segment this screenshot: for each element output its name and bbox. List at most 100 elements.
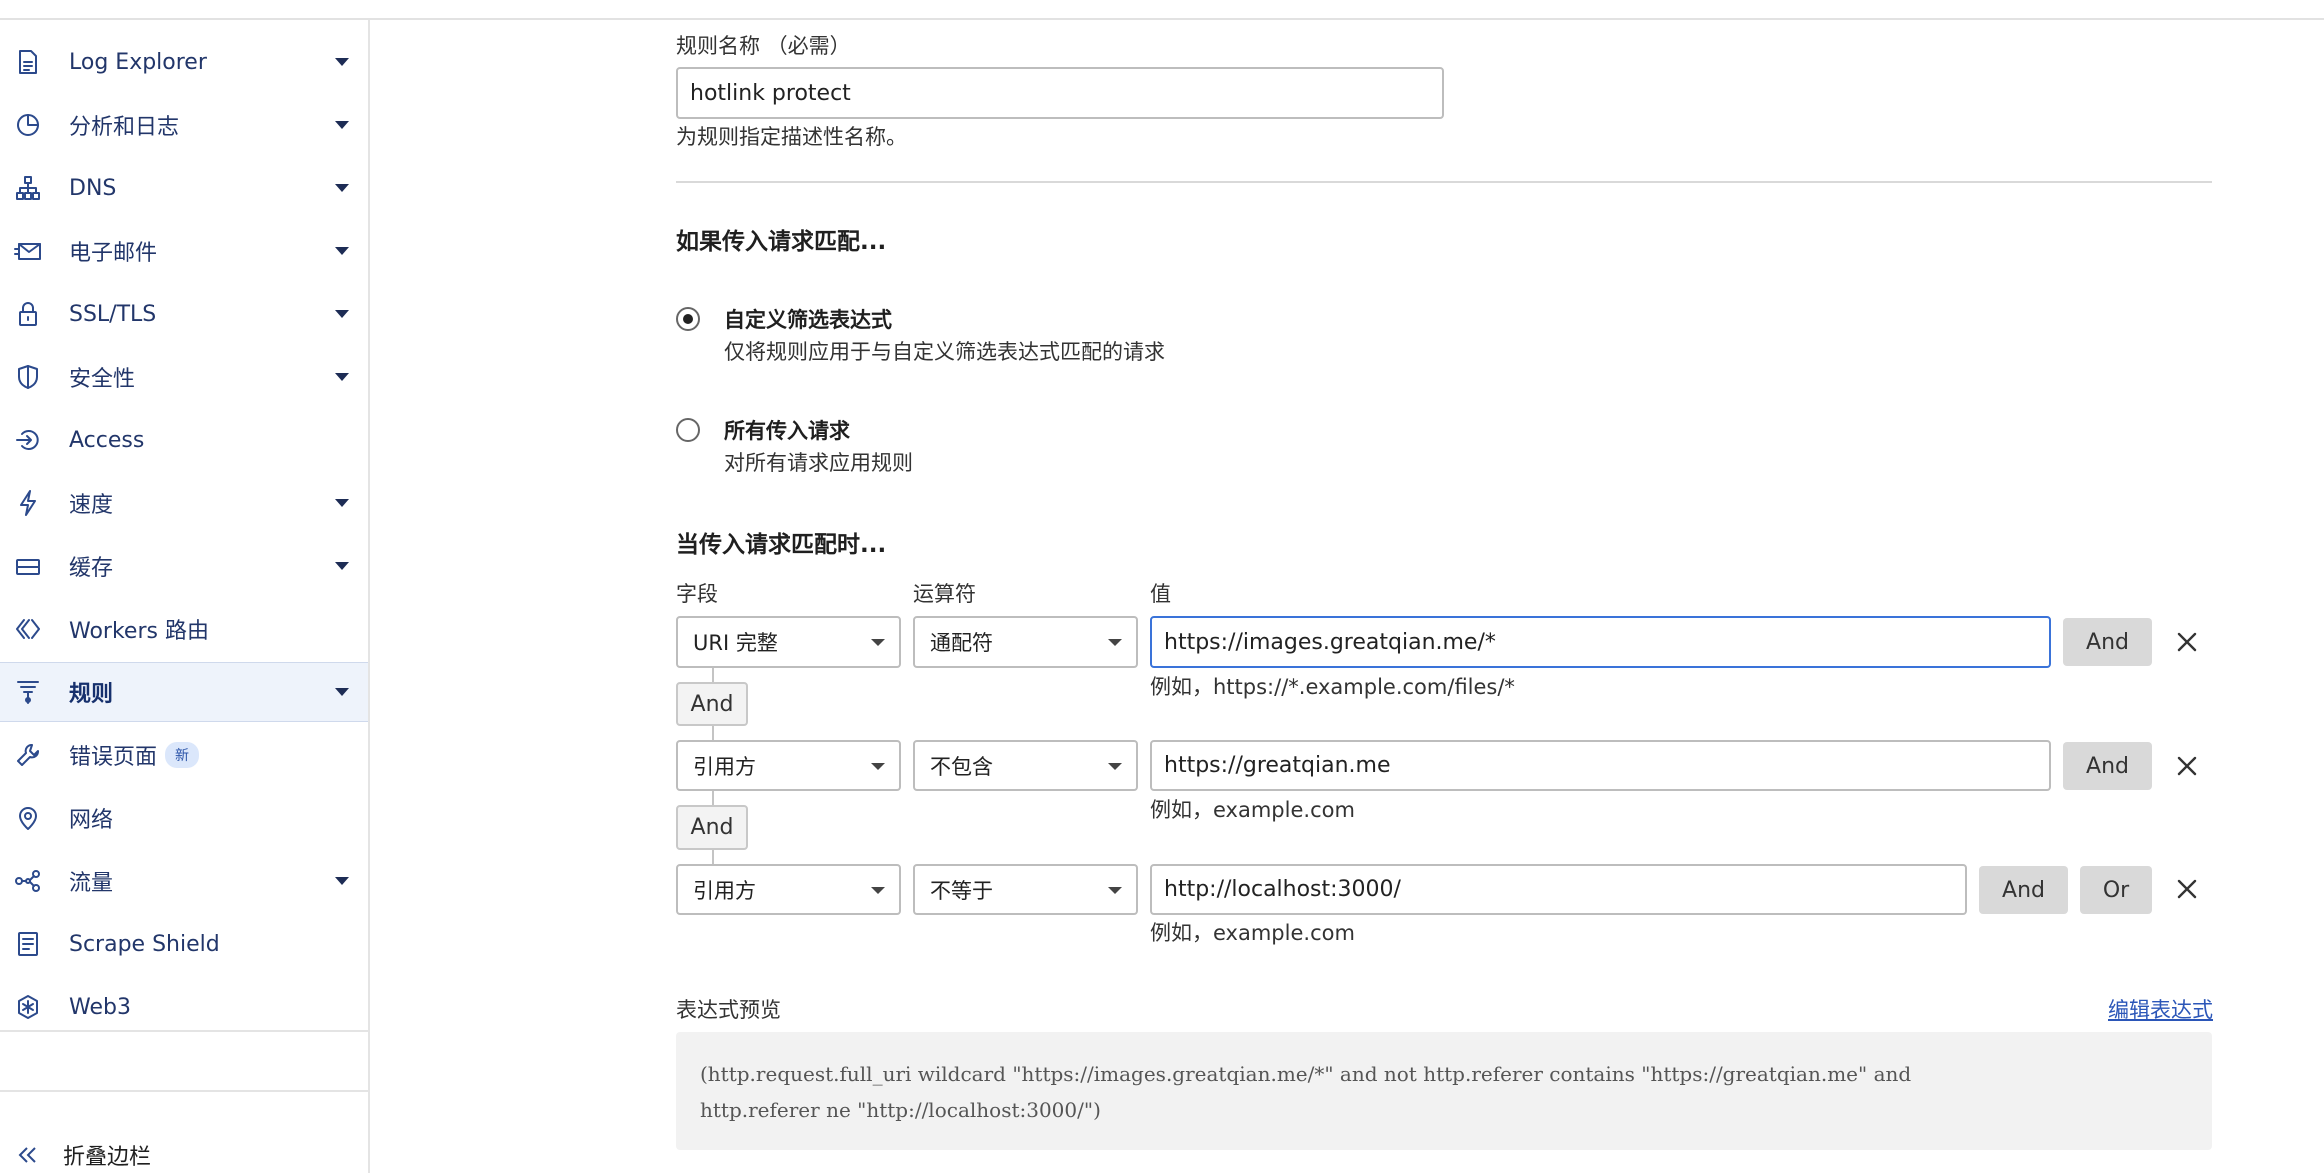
edit-expression-link[interactable]: 编辑表达式 xyxy=(2108,994,2213,1024)
chevron-down-icon xyxy=(335,499,349,507)
field-select-value: 引用方 xyxy=(693,754,756,779)
sidebar-item-error-pages[interactable]: 错误页面 新 xyxy=(0,725,368,785)
scrape-shield-icon xyxy=(14,930,42,958)
sidebar-item-traffic[interactable]: 流量 xyxy=(0,851,368,911)
sidebar-item-email[interactable]: 电子邮件 xyxy=(0,221,368,281)
sidebar-item-analytics[interactable]: 分析和日志 xyxy=(0,95,368,155)
cache-icon xyxy=(14,552,42,580)
operator-select[interactable]: 通配符 xyxy=(913,616,1138,668)
sidebar-item-label: Access xyxy=(69,427,145,453)
rule-name-input[interactable]: hotlink protect xyxy=(676,67,1444,119)
operator-column-label: 运算符 xyxy=(913,582,976,606)
sidebar-item-workers-routes[interactable]: Workers 路由 xyxy=(0,599,368,659)
chevron-down-icon xyxy=(1108,886,1122,894)
remove-condition-button[interactable] xyxy=(2172,874,2202,904)
chevron-down-icon xyxy=(335,184,349,192)
chevron-down-icon xyxy=(335,247,349,255)
chevron-down-icon xyxy=(1108,762,1122,770)
connector-line xyxy=(712,726,714,740)
field-select[interactable]: 引用方 xyxy=(676,740,901,791)
field-column-label: 字段 xyxy=(676,582,718,606)
and-joiner-button[interactable]: And xyxy=(676,682,748,726)
expression-preview-text: (http.request.full_uri wildcard "https:/… xyxy=(700,1056,2200,1128)
operator-select[interactable]: 不包含 xyxy=(913,740,1138,791)
sidebar-item-rules[interactable]: 规则 xyxy=(0,662,368,722)
web3-icon xyxy=(14,993,42,1021)
sidebar-item-label: 缓存 xyxy=(69,556,114,581)
traffic-icon xyxy=(14,867,42,895)
value-input[interactable]: https://images.greatqian.me/* xyxy=(1150,616,2051,668)
wrench-icon xyxy=(14,741,42,769)
and-button[interactable]: And xyxy=(1979,866,2068,914)
connector-line xyxy=(712,791,714,805)
chevron-down-icon xyxy=(335,877,349,885)
conditions-heading: 当传入请求匹配时... xyxy=(676,532,887,558)
chevron-down-icon xyxy=(871,639,885,646)
lock-icon xyxy=(14,300,42,328)
sidebar-item-cache[interactable]: 缓存 xyxy=(0,536,368,596)
connector-line xyxy=(712,668,714,682)
expression-preview-box: (http.request.full_uri wildcard "https:/… xyxy=(676,1032,2212,1150)
sidebar-item-access[interactable]: Access xyxy=(0,410,368,470)
field-select[interactable]: 引用方 xyxy=(676,864,901,915)
sidebar-item-speed[interactable]: 速度 xyxy=(0,473,368,533)
new-badge: 新 xyxy=(165,742,199,768)
value-hint: 例如，example.com xyxy=(1150,921,1355,945)
log-explorer-icon xyxy=(14,48,42,76)
chevron-down-icon xyxy=(335,58,349,66)
sidebar-item-label: Scrape Shield xyxy=(69,931,220,957)
sidebar-item-ssl-tls[interactable]: SSL/TLS xyxy=(0,284,368,344)
sidebar-item-label: 网络 xyxy=(69,808,114,833)
sidebar-divider xyxy=(0,1090,368,1092)
operator-select[interactable]: 不等于 xyxy=(913,864,1138,915)
close-icon xyxy=(2177,756,2197,776)
sidebar-divider xyxy=(0,1030,368,1032)
collapse-sidebar-button[interactable]: 折叠边栏 xyxy=(0,1130,368,1173)
sidebar-item-log-explorer[interactable]: Log Explorer xyxy=(0,32,368,92)
sidebar-item-label: 分析和日志 xyxy=(69,115,180,140)
dns-icon xyxy=(14,174,42,202)
chevron-down-icon xyxy=(335,562,349,570)
access-icon xyxy=(14,426,42,454)
radio-all-requests[interactable] xyxy=(676,418,700,442)
remove-condition-button[interactable] xyxy=(2172,751,2202,781)
chevron-down-icon xyxy=(1108,639,1122,646)
sidebar-item-security[interactable]: 安全性 xyxy=(0,347,368,407)
value-input[interactable]: http://localhost:3000/ xyxy=(1150,864,1967,915)
radio-custom-filter[interactable] xyxy=(676,307,700,331)
field-select[interactable]: URI 完整 xyxy=(676,616,901,668)
value-input[interactable]: https://greatqian.me xyxy=(1150,740,2051,791)
sidebar-item-scrape-shield[interactable]: Scrape Shield xyxy=(0,914,368,974)
value-hint: 例如，https://*.example.com/files/* xyxy=(1150,675,1515,699)
sidebar-item-label: 电子邮件 xyxy=(69,241,158,266)
sidebar-item-label: Web3 xyxy=(69,994,131,1020)
sidebar-item-network[interactable]: 网络 xyxy=(0,788,368,848)
location-pin-icon xyxy=(14,804,42,832)
shield-icon xyxy=(14,363,42,391)
or-button[interactable]: Or xyxy=(2080,866,2152,914)
sidebar-item-label: Log Explorer xyxy=(69,49,207,75)
sidebar-item-web3[interactable]: Web3 xyxy=(0,977,368,1037)
rule-name-label: 规则名称 （必需） xyxy=(676,34,851,58)
and-button[interactable]: And xyxy=(2063,742,2152,790)
chevron-down-icon xyxy=(871,762,885,770)
remove-condition-button[interactable] xyxy=(2172,627,2202,657)
chevron-down-icon xyxy=(335,121,349,129)
sidebar-item-label: 错误页面 xyxy=(69,745,158,770)
collapse-sidebar-label: 折叠边栏 xyxy=(63,1145,152,1170)
and-joiner-button[interactable]: And xyxy=(676,805,748,850)
sidebar-item-label: 速度 xyxy=(69,493,114,518)
sidebar-item-dns[interactable]: DNS xyxy=(0,158,368,218)
sidebar-item-label: DNS xyxy=(69,175,117,201)
operator-select-value: 不包含 xyxy=(930,754,993,779)
close-icon xyxy=(2177,632,2197,652)
and-button[interactable]: And xyxy=(2063,618,2152,666)
sidebar-item-label: SSL/TLS xyxy=(69,301,157,327)
lightning-icon xyxy=(14,489,42,517)
sidebar-item-label: 规则 xyxy=(69,682,114,707)
sidebar-item-label: 流量 xyxy=(69,871,114,896)
chevron-down-icon xyxy=(335,373,349,381)
sidebar-item-label: Workers 路由 xyxy=(69,619,209,644)
section-divider xyxy=(676,181,2212,183)
chevron-down-icon xyxy=(335,688,349,696)
